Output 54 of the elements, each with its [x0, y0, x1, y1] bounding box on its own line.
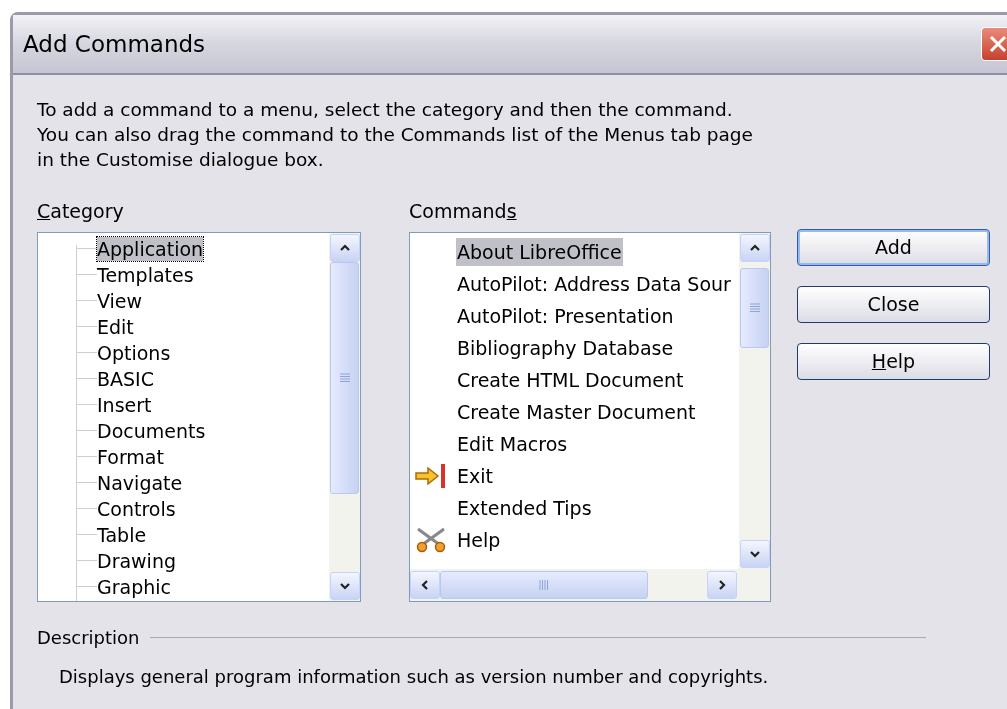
category-item[interactable]: Documents: [97, 418, 206, 443]
category-item[interactable]: Application: [97, 236, 204, 261]
scroll-up-button[interactable]: [739, 233, 770, 262]
category-item[interactable]: Insert: [97, 392, 152, 417]
instruction-text: To add a command to a menu, select the category and then the command.: [37, 98, 734, 122]
instruction-text: You can also drag the command to the Commands list of the Menus tab page: [37, 123, 754, 147]
category-item[interactable]: Edit: [97, 314, 134, 339]
vertical-scrollbar[interactable]: [739, 232, 770, 569]
command-item[interactable]: Help: [456, 525, 502, 554]
vertical-scrollbar[interactable]: [329, 232, 360, 601]
command-item[interactable]: Extended Tips: [456, 493, 593, 522]
category-item[interactable]: Format: [97, 444, 164, 469]
grip-icon: [749, 303, 760, 312]
category-item[interactable]: Templates: [97, 262, 194, 287]
dialog-button[interactable]: Help: [797, 343, 990, 380]
scroll-right-button[interactable]: [707, 570, 737, 599]
scroll-up-button[interactable]: [329, 233, 360, 262]
scissors-icon: [414, 526, 448, 553]
scroll-down-button[interactable]: [329, 571, 360, 600]
command-item[interactable]: AutoPilot: Address Data Sour: [456, 269, 732, 298]
category-item[interactable]: View: [97, 288, 143, 313]
scroll-thumb[interactable]: [740, 267, 769, 348]
window-title: Add Commands: [23, 29, 206, 59]
category-item[interactable]: Table: [97, 522, 147, 547]
scroll-left-button[interactable]: [410, 570, 440, 599]
scroll-thumb[interactable]: [330, 261, 359, 494]
grip-icon: [539, 579, 549, 590]
instruction-text: in the Customise dialogue box.: [37, 148, 325, 172]
dialog-button[interactable]: Add: [797, 229, 990, 266]
dialog-button[interactable]: Close: [797, 286, 990, 323]
category-item[interactable]: Controls: [97, 496, 176, 521]
category-item[interactable]: Navigate: [97, 470, 183, 495]
horizontal-scrollbar[interactable]: [410, 568, 770, 601]
command-item[interactable]: Bibliography Database: [456, 333, 675, 362]
scroll-thumb[interactable]: [440, 570, 648, 599]
command-item[interactable]: Create Master Document: [456, 397, 697, 426]
category-item[interactable]: BASIC: [97, 366, 154, 391]
command-item[interactable]: Edit Macros: [456, 429, 569, 458]
category-label: Category: [37, 199, 124, 224]
description-label: Description: [37, 625, 140, 650]
grip-icon: [339, 373, 350, 382]
description-text: Displays general program information such as version number and copyrights.: [59, 664, 770, 689]
category-item[interactable]: Drawing: [97, 548, 176, 573]
command-item[interactable]: AutoPilot: Presentation: [456, 301, 675, 330]
command-item[interactable]: About LibreOffice: [456, 237, 623, 266]
command-item[interactable]: Exit: [456, 461, 494, 490]
close-button[interactable]: [981, 27, 1007, 61]
scroll-down-button[interactable]: [739, 539, 770, 568]
commands-label: Commands: [409, 199, 517, 224]
arrow-into-bar-icon: [414, 462, 448, 489]
category-item[interactable]: Graphic: [97, 574, 171, 599]
command-item[interactable]: Create HTML Document: [456, 365, 685, 394]
category-item[interactable]: Options: [97, 340, 171, 365]
close-icon: [989, 35, 1007, 53]
